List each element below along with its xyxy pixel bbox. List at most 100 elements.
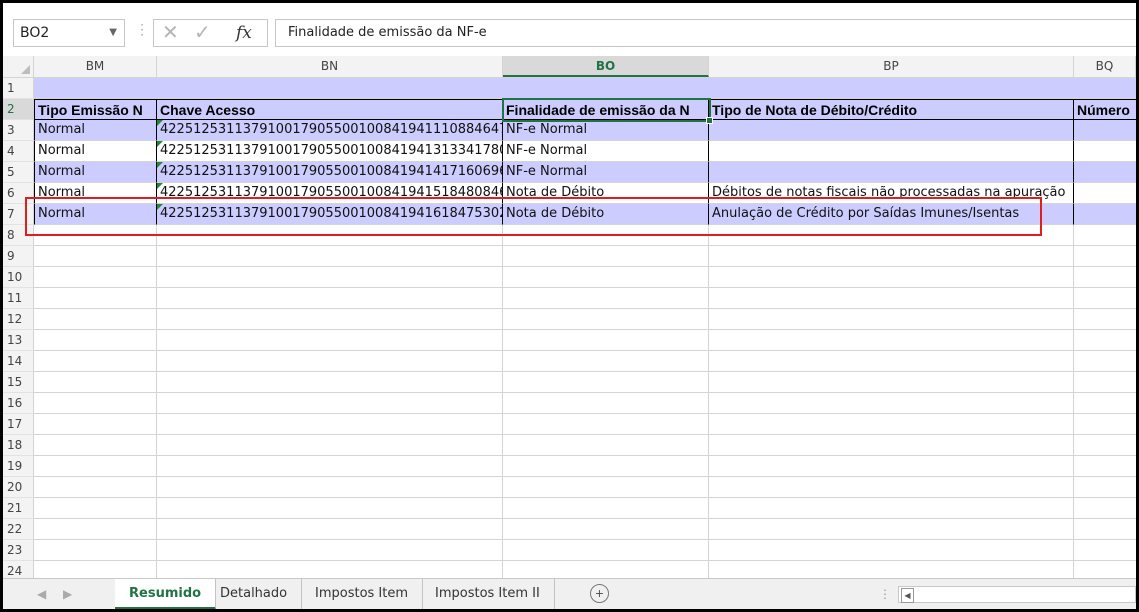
cell[interactable]: [34, 393, 157, 414]
cell[interactable]: [503, 540, 709, 561]
cell[interactable]: [34, 351, 157, 372]
next-sheet-icon[interactable]: ▶: [63, 587, 72, 601]
cell[interactable]: [1074, 309, 1136, 330]
row-header[interactable]: 3: [3, 120, 34, 141]
cell-finalidade[interactable]: NF-e Normal: [503, 120, 709, 141]
cell[interactable]: [157, 393, 503, 414]
row-header[interactable]: 12: [3, 309, 34, 330]
cell[interactable]: [1074, 267, 1136, 288]
cell-chave-acesso[interactable]: 4225125311379100179055001008419413133417…: [157, 141, 503, 162]
cell-finalidade[interactable]: NF-e Normal: [503, 141, 709, 162]
cell[interactable]: [34, 225, 157, 246]
cell[interactable]: [709, 330, 1074, 351]
row-header[interactable]: 15: [3, 372, 34, 393]
cell[interactable]: [34, 561, 157, 578]
cell[interactable]: [157, 477, 503, 498]
cell[interactable]: [709, 372, 1074, 393]
cell[interactable]: [157, 435, 503, 456]
cell[interactable]: [1074, 414, 1136, 435]
cell[interactable]: [34, 246, 157, 267]
cell[interactable]: [503, 477, 709, 498]
cell[interactable]: [157, 288, 503, 309]
cell-chave-acesso[interactable]: 4225125311379100179055001008419416184753…: [157, 204, 503, 225]
cell[interactable]: [503, 393, 709, 414]
cell-tipo-emissao[interactable]: Normal: [34, 141, 157, 162]
cell[interactable]: [503, 561, 709, 578]
cell[interactable]: [34, 477, 157, 498]
row-header[interactable]: 7: [3, 204, 34, 225]
cell[interactable]: [709, 267, 1074, 288]
cell[interactable]: [503, 309, 709, 330]
cell-finalidade[interactable]: Nota de Débito: [503, 204, 709, 225]
cell[interactable]: [157, 267, 503, 288]
cell[interactable]: [503, 246, 709, 267]
cell-chave-acesso[interactable]: 4225125311379100179055001008419411108846…: [157, 120, 503, 141]
cell-tipo-emissao[interactable]: Normal: [34, 183, 157, 204]
cell-tipo-nota[interactable]: [709, 141, 1074, 162]
row-header[interactable]: 22: [3, 519, 34, 540]
cell[interactable]: [709, 435, 1074, 456]
cell[interactable]: [709, 351, 1074, 372]
row-header[interactable]: 5: [3, 162, 34, 183]
cell[interactable]: [157, 414, 503, 435]
row-header[interactable]: 1: [3, 78, 34, 99]
chevron-down-icon[interactable]: ▼: [109, 20, 117, 46]
cell[interactable]: [1074, 351, 1136, 372]
cancel-icon[interactable]: ✕: [162, 20, 179, 46]
cell[interactable]: [709, 414, 1074, 435]
cell[interactable]: [709, 225, 1074, 246]
header-cell-finalidade[interactable]: Finalidade de emissão da N: [503, 99, 709, 120]
cell[interactable]: [1074, 456, 1136, 477]
prev-sheet-icon[interactable]: ◀: [37, 587, 46, 601]
cell[interactable]: [709, 246, 1074, 267]
scroll-left-icon[interactable]: ◀: [901, 588, 914, 603]
horizontal-scrollbar[interactable]: ◀: [898, 586, 1136, 603]
column-header-bn[interactable]: BN: [157, 56, 503, 77]
cell[interactable]: [34, 330, 157, 351]
row-header[interactable]: 23: [3, 540, 34, 561]
cell[interactable]: [157, 498, 503, 519]
cell[interactable]: [157, 246, 503, 267]
cell[interactable]: [34, 288, 157, 309]
cell[interactable]: [1074, 330, 1136, 351]
cell[interactable]: [503, 435, 709, 456]
cell[interactable]: [1074, 561, 1136, 578]
cell[interactable]: [157, 456, 503, 477]
select-all-corner[interactable]: [3, 56, 34, 77]
cell[interactable]: [1074, 225, 1136, 246]
column-header-bq[interactable]: BQ: [1074, 56, 1136, 77]
cell[interactable]: [34, 498, 157, 519]
cell-chave-acesso[interactable]: 4225125311379100179055001008419415184808…: [157, 183, 503, 204]
header-cell-chave-acesso[interactable]: Chave Acesso: [157, 99, 503, 120]
row-header[interactable]: 8: [3, 225, 34, 246]
row-header[interactable]: 17: [3, 414, 34, 435]
cell[interactable]: [503, 498, 709, 519]
vertical-dots-icon[interactable]: ⋮: [879, 587, 891, 601]
cell[interactable]: [157, 351, 503, 372]
cell[interactable]: [1074, 540, 1136, 561]
header-cell-tipo-emissao[interactable]: Tipo Emissão N: [34, 99, 157, 120]
row-header[interactable]: 20: [3, 477, 34, 498]
cell[interactable]: [503, 351, 709, 372]
cell-finalidade[interactable]: Nota de Débito: [503, 183, 709, 204]
cell-tipo-nota[interactable]: [709, 120, 1074, 141]
cell-numero[interactable]: [1074, 204, 1136, 225]
row-header[interactable]: 4: [3, 141, 34, 162]
cell[interactable]: [709, 519, 1074, 540]
cell-tipo-emissao[interactable]: Normal: [34, 204, 157, 225]
tab-impostos-item[interactable]: Impostos Item: [301, 579, 424, 609]
cell[interactable]: [157, 519, 503, 540]
cell[interactable]: [34, 267, 157, 288]
tab-resumido[interactable]: Resumido: [115, 579, 217, 609]
cell[interactable]: [709, 288, 1074, 309]
cell[interactable]: [709, 477, 1074, 498]
cell[interactable]: [34, 519, 157, 540]
cell[interactable]: [1074, 288, 1136, 309]
cell[interactable]: [503, 519, 709, 540]
row-header[interactable]: 18: [3, 435, 34, 456]
cell[interactable]: [709, 540, 1074, 561]
cell[interactable]: [503, 414, 709, 435]
insert-function-icon[interactable]: fx: [236, 20, 252, 46]
cell[interactable]: [1074, 498, 1136, 519]
cell[interactable]: [1074, 519, 1136, 540]
